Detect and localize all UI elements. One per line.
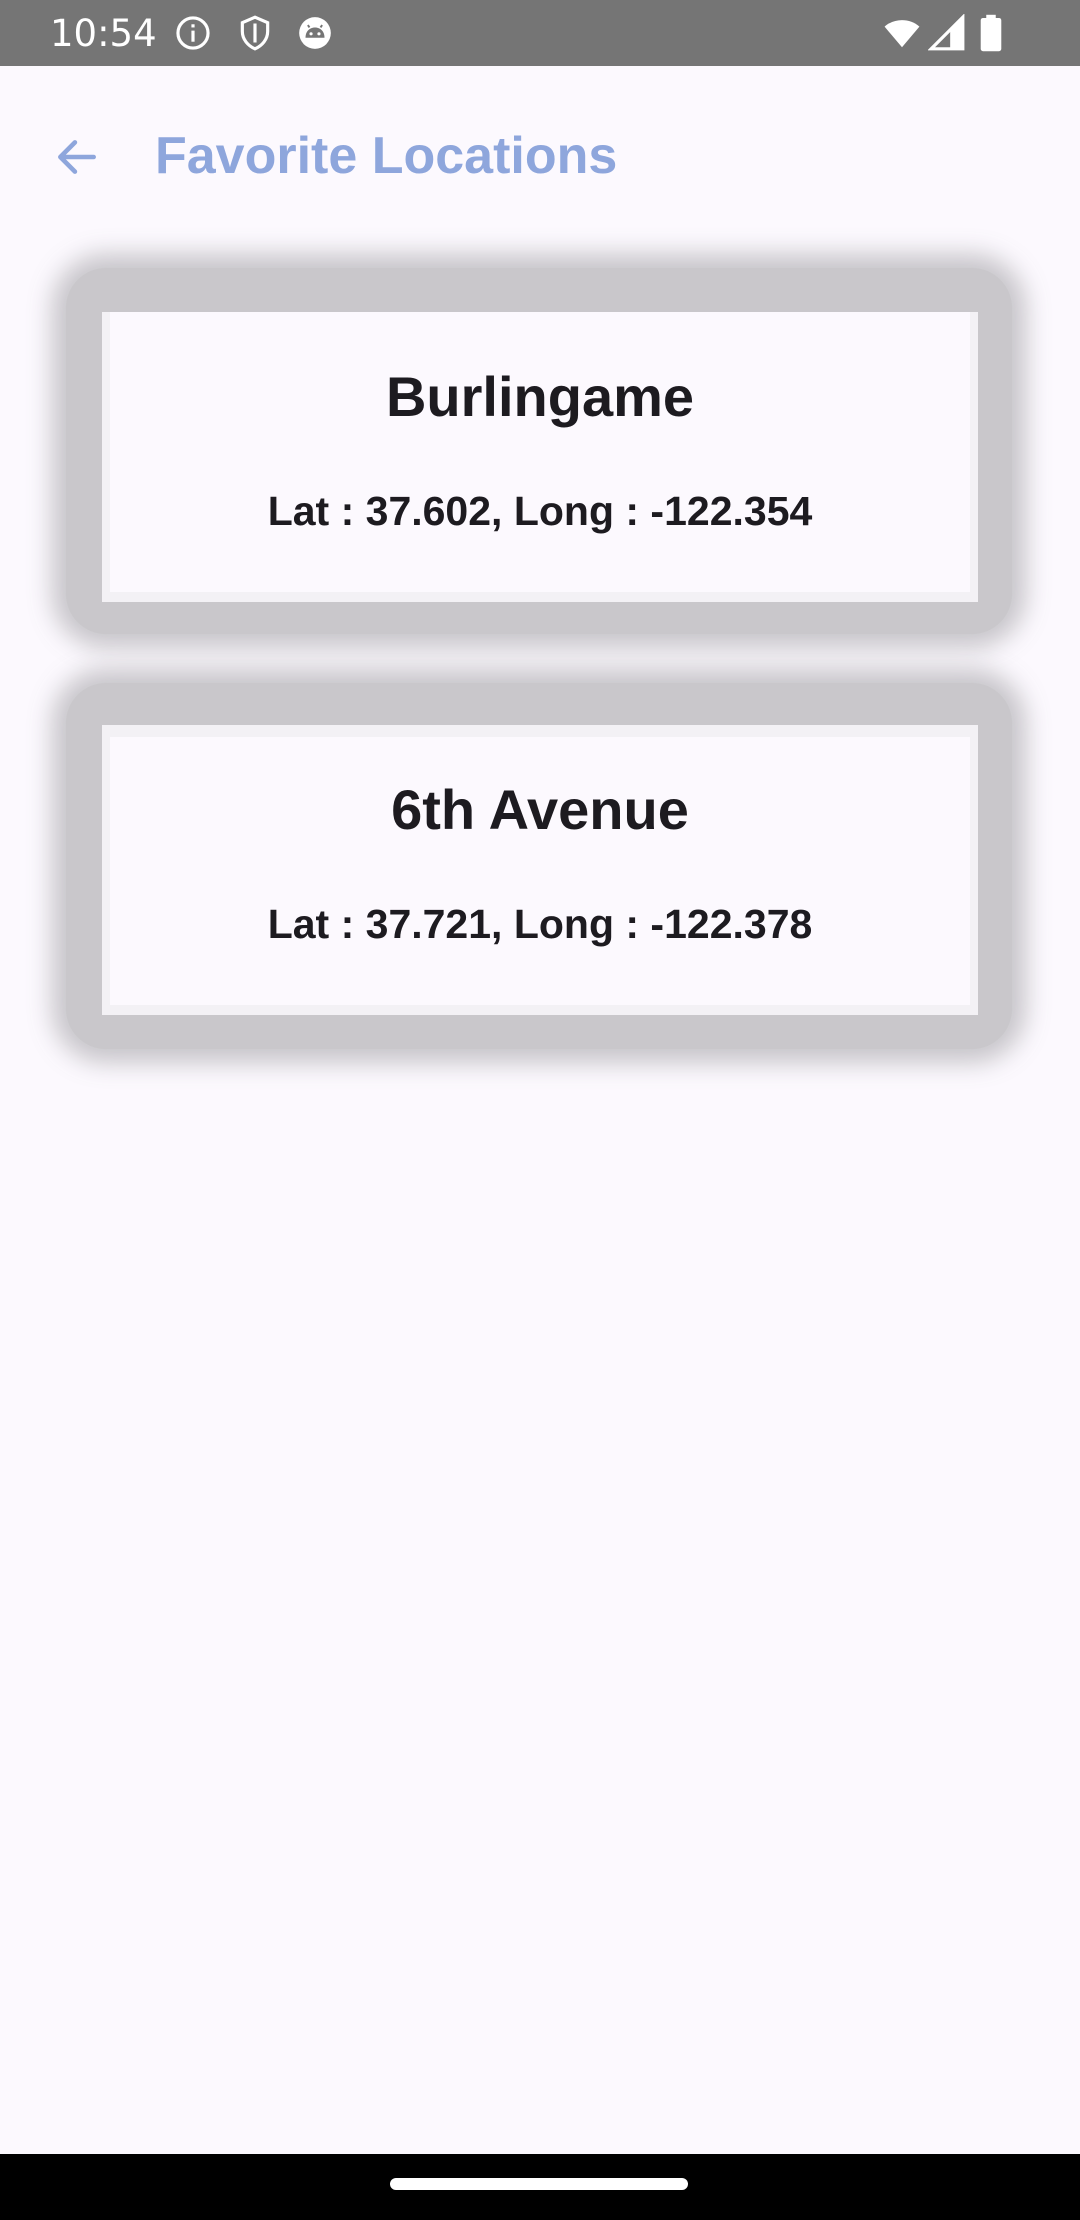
location-name: Burlingame: [385, 365, 695, 428]
shield-icon: [236, 14, 274, 52]
page-title: Favorite Locations: [155, 127, 618, 185]
home-indicator[interactable]: [390, 2178, 688, 2190]
location-coordinates: Lat : 37.721, Long : -122.378: [267, 901, 813, 947]
arrow-left-icon: [58, 140, 96, 174]
status-bar: 10:54: [0, 0, 1080, 66]
card-content: Burlingame Lat : 37.602, Long : -122.354: [110, 312, 970, 592]
location-name: 6th Avenue: [391, 778, 689, 841]
status-time: 10:54: [50, 12, 157, 55]
card-frame: Burlingame Lat : 37.602, Long : -122.354: [102, 312, 978, 602]
app-bar: Favorite Locations: [0, 66, 1080, 246]
card-frame: 6th Avenue Lat : 37.721, Long : -122.378: [102, 725, 978, 1015]
battery-icon: [978, 14, 1004, 52]
location-card[interactable]: Burlingame Lat : 37.602, Long : -122.354: [66, 268, 1012, 634]
location-coordinates: Lat : 37.602, Long : -122.354: [267, 488, 813, 534]
wifi-icon: [880, 14, 924, 52]
card-content: 6th Avenue Lat : 37.721, Long : -122.378: [110, 737, 970, 1005]
navigation-bar: [0, 2154, 1080, 2220]
android-icon: [296, 14, 334, 52]
info-icon: [174, 14, 212, 52]
signal-icon: [928, 14, 966, 52]
location-card[interactable]: 6th Avenue Lat : 37.721, Long : -122.378: [66, 683, 1012, 1049]
back-button[interactable]: [40, 120, 114, 194]
